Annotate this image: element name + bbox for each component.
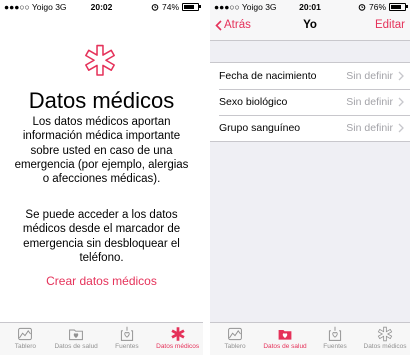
tab-sources[interactable]: Fuentes <box>310 323 360 355</box>
chevron-right-icon <box>398 97 404 107</box>
row-label: Fecha de nacimiento <box>219 70 317 82</box>
status-bar: ●●●○○ Yoigo 3G 20:01 76% <box>210 0 410 13</box>
tab-dashboard[interactable]: Tablero <box>210 323 260 355</box>
tab-label: Tablero <box>14 343 37 350</box>
chart-icon <box>228 327 242 341</box>
battery-icon <box>182 3 201 11</box>
me-screen: ●●●○○ Yoigo 3G 20:01 76% Atrás Yo Editar… <box>210 0 410 355</box>
screen-divider <box>203 0 210 355</box>
tab-sources[interactable]: Fuentes <box>102 323 153 355</box>
tab-label: Tablero <box>224 343 246 350</box>
medical-star-icon <box>377 326 393 342</box>
medical-star-icon <box>170 327 185 341</box>
tab-label: Fuentes <box>115 343 139 350</box>
medical-star-icon <box>85 44 115 76</box>
blood-type-row[interactable]: Grupo sanguíneo Sin definir <box>210 115 410 141</box>
tab-label: Datos médicos <box>156 343 200 350</box>
description-paragraph: Los datos médicos aportan información mé… <box>14 116 189 186</box>
tab-label: Datos médicos <box>363 343 407 350</box>
tab-medical-id[interactable]: Datos médicos <box>360 323 410 355</box>
tab-bar: Tablero Datos de salud Fuentes Datos méd… <box>0 322 203 355</box>
status-right: 76% <box>358 2 408 12</box>
row-label: Grupo sanguíneo <box>219 122 301 134</box>
battery-percent: 76% <box>368 2 386 12</box>
tab-label: Datos de salud <box>263 343 307 350</box>
row-value: Sin definir <box>346 96 393 108</box>
alarm-icon <box>151 4 159 11</box>
create-medical-id-link[interactable]: Crear datos médicos <box>0 274 203 288</box>
download-heart-icon <box>328 326 342 341</box>
status-bar: ●●●○○ Yoigo 3G 20:02 74% <box>0 0 203 13</box>
tab-medical-id[interactable]: Datos médicos <box>152 323 203 355</box>
tab-health-data[interactable]: Datos de salud <box>260 323 310 355</box>
alarm-icon <box>358 4 366 11</box>
biological-sex-row[interactable]: Sexo biológico Sin definir <box>210 89 410 115</box>
chevron-right-icon <box>398 71 404 81</box>
navigation-bar: Atrás Yo Editar <box>210 13 410 41</box>
profile-list: Fecha de nacimiento Sin definir Sexo bio… <box>210 62 410 142</box>
row-value: Sin definir <box>346 122 393 134</box>
tab-health-data[interactable]: Datos de salud <box>51 323 102 355</box>
battery-percent: 74% <box>161 2 179 12</box>
tab-dashboard[interactable]: Tablero <box>0 323 51 355</box>
chart-icon <box>18 327 33 341</box>
birthdate-row[interactable]: Fecha de nacimiento Sin definir <box>210 63 410 89</box>
tab-label: Datos de salud <box>54 343 98 350</box>
access-info-paragraph: Se puede acceder a los datos médicos des… <box>22 209 181 264</box>
row-label: Sexo biológico <box>219 96 288 108</box>
row-value: Sin definir <box>346 70 393 82</box>
folder-heart-icon <box>69 329 84 341</box>
edit-button[interactable]: Editar <box>375 19 405 31</box>
tab-label: Fuentes <box>323 343 347 350</box>
download-heart-icon <box>120 326 133 341</box>
chevron-right-icon <box>398 123 404 133</box>
battery-icon <box>389 3 408 11</box>
page-title: Datos médicos <box>28 88 175 113</box>
status-right: 74% <box>151 2 201 12</box>
medical-id-screen: ●●●○○ Yoigo 3G 20:02 74% Datos médicos L… <box>0 0 203 355</box>
tab-bar: Tablero Datos de salud Fuentes Datos méd… <box>210 322 410 355</box>
folder-heart-icon <box>278 330 292 340</box>
